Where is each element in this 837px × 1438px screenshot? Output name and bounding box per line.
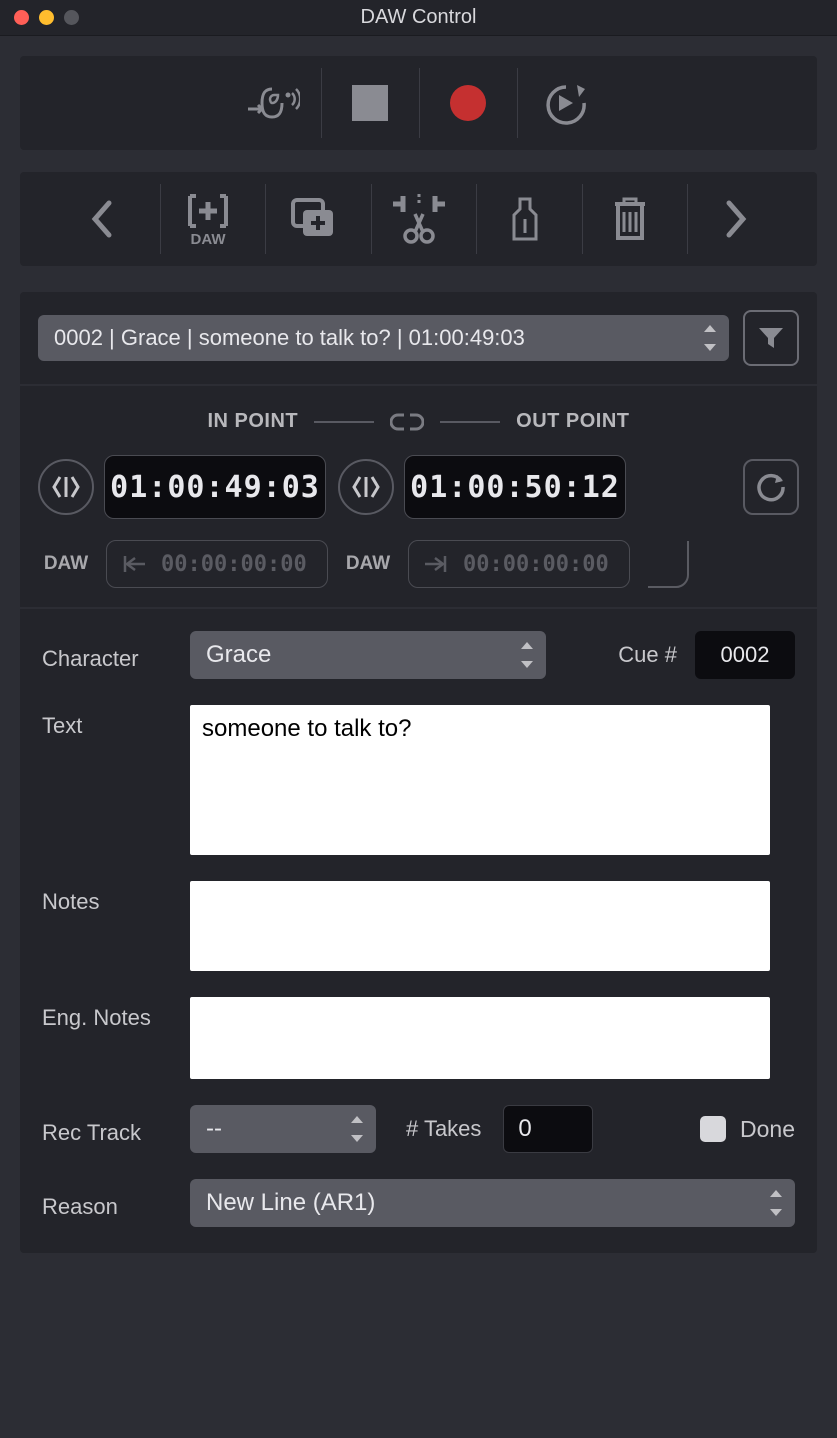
replay-button[interactable]	[517, 68, 615, 138]
window-controls	[14, 10, 79, 25]
stepper-arrows-icon	[767, 1190, 785, 1216]
next-button[interactable]	[687, 184, 783, 254]
rec-track-label: Rec Track	[42, 1112, 190, 1146]
cue-num-label: Cue #	[618, 642, 677, 668]
done-checkbox[interactable]	[700, 1116, 726, 1142]
out-timecode[interactable]: 01:00:50:12	[404, 455, 626, 519]
daw-in-value: 00:00:00:00	[161, 552, 307, 577]
notes-label: Notes	[42, 881, 190, 915]
svg-text:DAW: DAW	[191, 231, 227, 248]
close-window-button[interactable]	[14, 10, 29, 25]
go-to-end-icon	[423, 554, 449, 574]
daw-out-label: DAW	[340, 553, 396, 575]
delete-button[interactable]	[582, 184, 678, 254]
cue-selector[interactable]: 0002 | Grace | someone to talk to? | 01:…	[38, 315, 729, 361]
in-point-label: IN POINT	[207, 410, 298, 433]
connector-line-icon	[646, 539, 694, 589]
takes-value[interactable]: 0	[503, 1105, 593, 1153]
split-button[interactable]	[371, 184, 467, 254]
duplicate-button[interactable]	[265, 184, 361, 254]
stepper-arrows-icon	[348, 1116, 366, 1142]
go-to-start-icon	[121, 554, 147, 574]
reason-value: New Line (AR1)	[206, 1189, 375, 1217]
eng-notes-input[interactable]	[190, 997, 770, 1079]
zoom-window-button[interactable]	[64, 10, 79, 25]
filter-button[interactable]	[743, 310, 799, 366]
glue-button[interactable]	[476, 184, 572, 254]
link-icon[interactable]	[390, 411, 424, 433]
reason-label: Reason	[42, 1186, 190, 1220]
cue-selector-value: 0002 | Grace | someone to talk to? | 01:…	[54, 325, 525, 351]
character-select[interactable]: Grace	[190, 631, 546, 679]
out-nudge-button[interactable]	[338, 459, 394, 515]
stepper-arrows-icon	[518, 642, 536, 668]
minimize-window-button[interactable]	[39, 10, 54, 25]
takes-label: # Takes	[406, 1116, 481, 1142]
cue-panel: 0002 | Grace | someone to talk to? | 01:…	[20, 292, 817, 1253]
in-nudge-button[interactable]	[38, 459, 94, 515]
out-point-label: OUT POINT	[516, 410, 629, 433]
titlebar: DAW Control	[0, 0, 837, 36]
reason-select[interactable]: New Line (AR1)	[190, 1179, 795, 1227]
daw-in-field[interactable]: 00:00:00:00	[106, 540, 328, 588]
done-label: Done	[740, 1116, 795, 1143]
record-button[interactable]	[419, 68, 517, 138]
rec-track-value: --	[206, 1115, 222, 1143]
notes-input[interactable]	[190, 881, 770, 971]
eng-notes-label: Eng. Notes	[42, 997, 190, 1031]
prev-button[interactable]	[54, 184, 150, 254]
stop-button[interactable]	[321, 68, 419, 138]
sync-button[interactable]	[743, 459, 799, 515]
text-label: Text	[42, 705, 190, 739]
stepper-arrows-icon	[701, 325, 719, 351]
daw-in-label: DAW	[38, 553, 94, 575]
in-timecode[interactable]: 01:00:49:03	[104, 455, 326, 519]
character-label: Character	[42, 638, 190, 672]
transport-toolbar	[20, 56, 817, 150]
daw-out-value: 00:00:00:00	[463, 552, 609, 577]
cue-num-value[interactable]: 0002	[695, 631, 795, 679]
text-input[interactable]	[190, 705, 770, 855]
rehearse-button[interactable]	[223, 68, 321, 138]
rec-track-select[interactable]: --	[190, 1105, 376, 1153]
edit-toolbar: DAW	[20, 172, 817, 266]
add-to-daw-button[interactable]: DAW	[160, 184, 256, 254]
character-value: Grace	[206, 641, 271, 669]
daw-out-field[interactable]: 00:00:00:00	[408, 540, 630, 588]
window-title: DAW Control	[0, 6, 837, 29]
